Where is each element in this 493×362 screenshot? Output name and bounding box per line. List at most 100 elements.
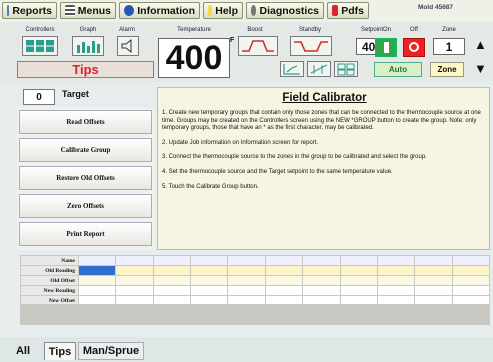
row-label: Old Reading [20, 265, 79, 276]
grid-cell[interactable] [77, 285, 117, 296]
on-button[interactable] [375, 38, 397, 57]
grid-cell[interactable] [190, 265, 229, 276]
instruction-step: 4. Set the thermocouple source and the T… [162, 168, 393, 175]
table-row-new-reading: New Reading [20, 285, 491, 296]
grid-cell[interactable] [227, 255, 266, 266]
grid-cell[interactable] [302, 265, 341, 276]
temperature-caption: Temperature [177, 27, 211, 33]
alarm-button[interactable] [117, 36, 139, 56]
grid-cell[interactable] [115, 265, 154, 276]
auto-button[interactable]: Auto [374, 62, 422, 77]
grid-cell[interactable] [190, 275, 229, 286]
scale-button[interactable] [307, 61, 331, 77]
grid-cell[interactable] [227, 285, 266, 296]
instructions-panel: Field Calibrator 1. Create new temporary… [157, 87, 490, 250]
grid-cell[interactable] [264, 285, 304, 296]
grid-cell[interactable] [302, 275, 341, 286]
grid-cell[interactable] [152, 255, 192, 266]
menus-icon [65, 5, 75, 16]
help-menu-button[interactable]: Help [203, 2, 243, 19]
reports-menu-button[interactable]: Reports [2, 2, 57, 19]
standby-button[interactable] [290, 36, 332, 56]
grid-cell[interactable] [339, 285, 378, 296]
grid-cell[interactable] [115, 255, 154, 266]
grid-cell[interactable] [264, 275, 304, 286]
grid-cell[interactable] [376, 255, 416, 266]
read-offsets-button[interactable]: Read Offsets [19, 110, 152, 134]
boost-icon [242, 40, 274, 52]
down-arrow-icon[interactable]: ▼ [474, 62, 487, 75]
help-icon [208, 5, 213, 16]
grid-scroll-area[interactable] [20, 304, 490, 325]
graph-icon [77, 41, 100, 53]
diagnostics-menu-button[interactable]: Diagnostics [246, 2, 324, 19]
curve-button[interactable] [280, 61, 304, 77]
grid-cell[interactable] [227, 275, 266, 286]
grid-cell[interactable] [451, 265, 491, 276]
up-arrow-icon[interactable]: ▲ [474, 38, 487, 51]
grid-cell[interactable] [376, 265, 416, 276]
grid-button[interactable] [334, 61, 358, 77]
pdf-icon [332, 5, 339, 16]
table-row-old-offset: Old Offset [20, 275, 491, 286]
zone-caption: Zone [442, 27, 456, 33]
grid-cell[interactable] [77, 255, 117, 266]
menu-bar: Reports Menus Information Help Diagnosti… [0, 0, 493, 23]
zone-number[interactable]: 1 [433, 38, 465, 55]
grid-cell[interactable] [414, 255, 453, 266]
grid-cell[interactable] [190, 285, 229, 296]
alarm-caption: Alarm [119, 27, 135, 33]
action-panel: Read Offsets Calibrate Group Restore Old… [17, 107, 155, 250]
grid-cell[interactable] [339, 275, 378, 286]
standby-caption: Standby [298, 27, 322, 33]
grid-cell[interactable] [376, 275, 416, 286]
instruction-step: 3. Connect the thermocouple source to th… [162, 154, 427, 161]
grid-cell[interactable] [77, 275, 117, 286]
grid-cell[interactable] [339, 265, 378, 276]
controllers-button[interactable] [22, 36, 58, 56]
target-value[interactable]: 0 [23, 89, 55, 105]
zero-offsets-button[interactable]: Zero Offsets [19, 194, 152, 218]
boost-button[interactable] [238, 36, 278, 56]
grid-cell[interactable] [152, 275, 192, 286]
calibrate-group-button[interactable]: Calibrate Group [19, 138, 152, 162]
zone-button[interactable]: Zone [430, 62, 464, 77]
tab-tips[interactable]: Tips [44, 342, 76, 360]
grid-cell[interactable] [451, 285, 491, 296]
print-report-button[interactable]: Print Report [19, 222, 152, 246]
menus-label: Menus [77, 4, 111, 17]
reports-icon [7, 5, 10, 16]
grid-cell[interactable] [376, 285, 416, 296]
graph-button[interactable] [72, 36, 104, 56]
grid-cell-selected[interactable] [77, 265, 117, 276]
grid-cell[interactable] [115, 285, 154, 296]
tab-man-sprue[interactable]: Man/Sprue [78, 342, 144, 360]
alarm-speaker-icon [121, 38, 132, 54]
grid-cell[interactable] [302, 255, 341, 266]
grid-cell[interactable] [339, 255, 378, 266]
pdfs-menu-button[interactable]: Pdfs [327, 2, 369, 19]
grid-cell[interactable] [414, 285, 453, 296]
grid-cell[interactable] [414, 275, 453, 286]
grid-cell[interactable] [264, 255, 304, 266]
reports-label: Reports [12, 4, 52, 17]
grid-cell[interactable] [451, 275, 491, 286]
grid-cell[interactable] [152, 285, 192, 296]
tab-all[interactable]: All [3, 342, 43, 360]
grid-cell[interactable] [190, 255, 229, 266]
restore-old-offsets-button[interactable]: Restore Old Offsets [19, 166, 152, 190]
instruction-step: 5. Touch the Calibrate Group button. [162, 183, 259, 190]
on-caption: On [382, 27, 391, 33]
pdfs-label: Pdfs [341, 4, 364, 17]
grid-cell[interactable] [451, 255, 491, 266]
information-menu-button[interactable]: Information [119, 2, 200, 19]
grid-cell[interactable] [302, 285, 341, 296]
off-button[interactable] [403, 38, 425, 57]
menus-menu-button[interactable]: Menus [60, 2, 116, 19]
grid-cell[interactable] [152, 265, 192, 276]
grid-cell[interactable] [264, 265, 304, 276]
grid-cell[interactable] [227, 265, 266, 276]
controllers-icon [26, 40, 54, 52]
grid-cell[interactable] [414, 265, 453, 276]
grid-cell[interactable] [115, 275, 154, 286]
